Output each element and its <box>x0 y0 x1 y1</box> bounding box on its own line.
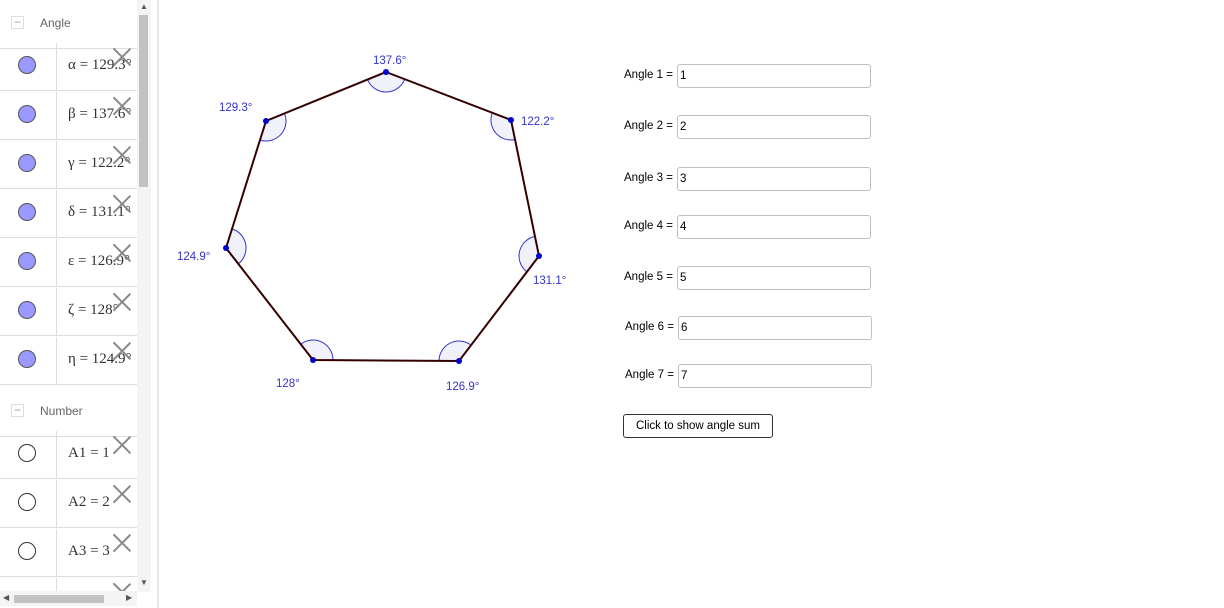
angle-input-2[interactable] <box>677 115 871 139</box>
angle-input-3[interactable] <box>677 167 871 191</box>
vertex-point[interactable] <box>263 118 269 124</box>
angle-arc[interactable] <box>366 71 406 93</box>
input-label: Angle 4 = <box>624 220 673 232</box>
angle-label[interactable]: 126.9° <box>446 381 479 393</box>
input-label: Angle 6 = <box>625 321 674 333</box>
vertex-point[interactable] <box>508 117 514 123</box>
show-angle-sum-button[interactable]: Click to show angle sum <box>623 414 773 438</box>
graphics-view: 137.6° 129.3° 122.2° 124.9° 131.1° 128° … <box>0 0 1224 608</box>
vertex-point[interactable] <box>536 253 542 259</box>
input-label: Angle 3 = <box>624 172 673 184</box>
angle-label[interactable]: 128° <box>276 378 300 390</box>
vertex-point[interactable] <box>223 245 229 251</box>
heptagon-canvas: 137.6° 129.3° 122.2° 124.9° 131.1° 128° … <box>177 55 566 393</box>
angle-input-6[interactable] <box>678 316 872 340</box>
angle-label[interactable]: 124.9° <box>177 251 210 263</box>
vertex-point[interactable] <box>383 69 389 75</box>
input-label: Angle 7 = <box>625 369 674 381</box>
input-label: Angle 1 = <box>624 69 673 81</box>
input-label: Angle 5 = <box>624 271 673 283</box>
angle-label[interactable]: 122.2° <box>521 116 554 128</box>
angle-input-5[interactable] <box>677 266 871 290</box>
angle-label[interactable]: 129.3° <box>219 102 252 114</box>
angle-label[interactable]: 137.6° <box>373 55 406 67</box>
angle-input-4[interactable] <box>677 215 871 239</box>
input-label: Angle 2 = <box>624 120 673 132</box>
vertex-point[interactable] <box>456 358 462 364</box>
vertex-point[interactable] <box>310 357 316 363</box>
angle-input-7[interactable] <box>678 364 872 388</box>
angle-input-1[interactable] <box>677 64 871 88</box>
angle-arc[interactable] <box>225 228 247 265</box>
angle-label[interactable]: 131.1° <box>533 275 566 287</box>
